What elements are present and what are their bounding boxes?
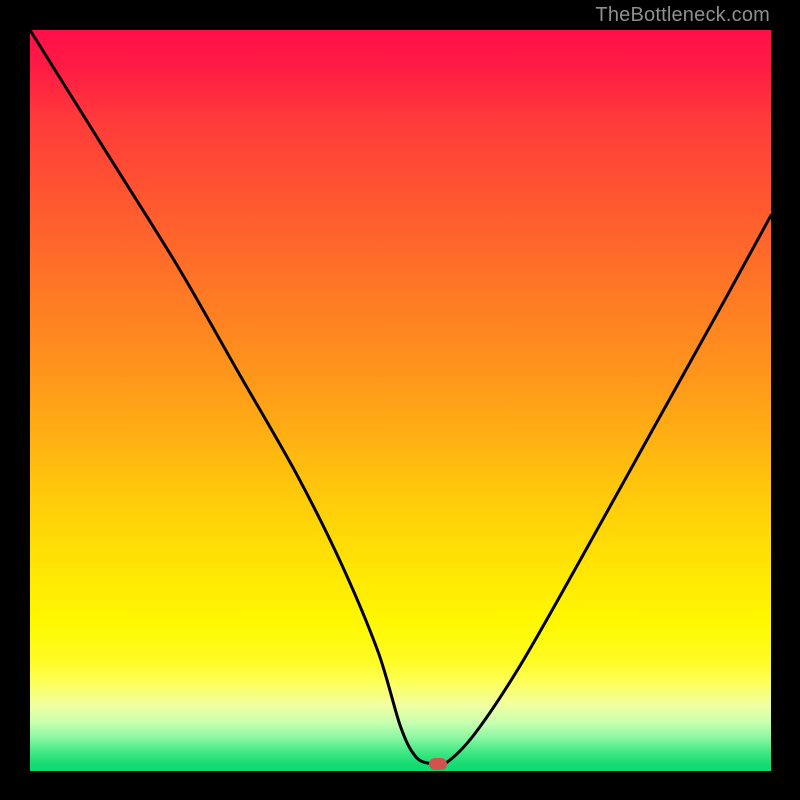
plot-area [30, 30, 771, 771]
watermark-text: TheBottleneck.com [595, 4, 770, 27]
optimal-point-marker [429, 758, 447, 770]
chart-stage: TheBottleneck.com [0, 0, 800, 800]
bottleneck-curve [30, 30, 771, 766]
curve-svg [30, 30, 771, 771]
